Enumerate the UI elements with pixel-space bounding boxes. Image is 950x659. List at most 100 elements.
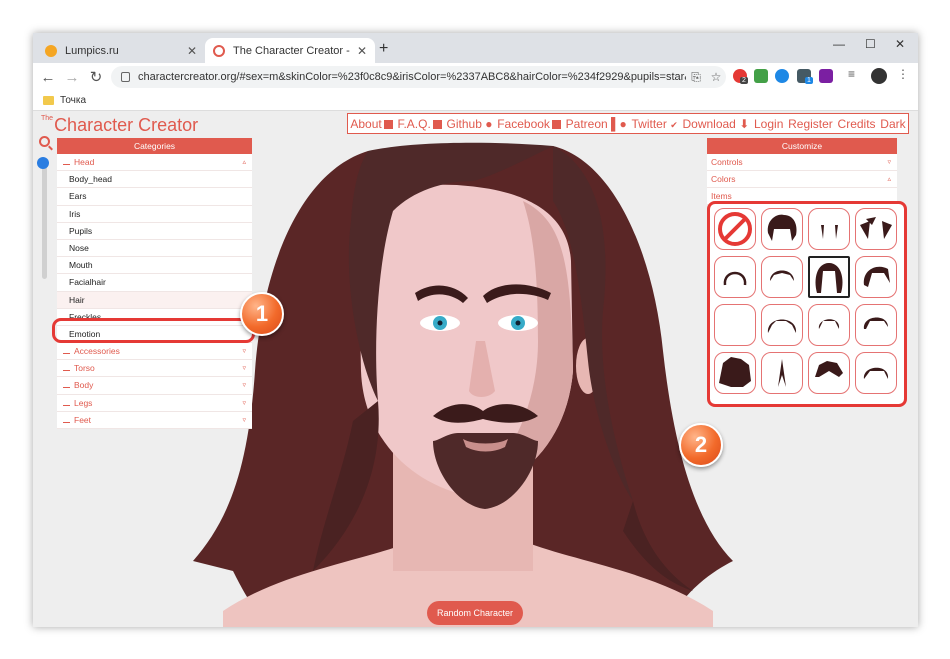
- nav-patreon[interactable]: Patreon ▌●: [566, 117, 627, 131]
- hair-style-icon: [719, 357, 751, 387]
- step-badge-1: 1: [240, 292, 284, 336]
- zoom-slider-handle[interactable]: [37, 157, 49, 169]
- category-item-hair[interactable]: Hair: [57, 291, 252, 309]
- nav-label: Facebook: [497, 116, 550, 131]
- back-icon[interactable]: ←: [36, 69, 60, 86]
- avatar[interactable]: [871, 68, 887, 84]
- long-hair-icon: [815, 263, 843, 293]
- hair-style-icon: [860, 217, 892, 239]
- row-label: Controls: [711, 157, 743, 167]
- zoom-slider-track[interactable]: [42, 159, 47, 279]
- category-group-legs[interactable]: Legs ▿: [57, 395, 252, 412]
- tab-close-icon[interactable]: ✕: [357, 44, 367, 58]
- category-item-nose[interactable]: Nose: [57, 240, 252, 258]
- hair-option-selected-long[interactable]: [808, 256, 850, 298]
- bookmark-tochka[interactable]: Точка: [60, 95, 86, 106]
- tab-lumpics[interactable]: Lumpics.ru ✕: [37, 38, 205, 63]
- playlist-icon[interactable]: ≡: [848, 67, 862, 81]
- expand-arrow-icon: ▿: [242, 416, 246, 424]
- nav-dark[interactable]: Dark: [880, 117, 905, 131]
- hair-option-8[interactable]: [855, 256, 897, 298]
- minimize-icon[interactable]: —: [833, 37, 845, 51]
- none-icon: [718, 212, 752, 246]
- nav-github[interactable]: Github ●: [447, 117, 493, 131]
- category-item-iris[interactable]: Iris: [57, 206, 252, 223]
- bookmark-star-icon[interactable]: ☆: [706, 70, 726, 84]
- category-item-pupils[interactable]: Pupils: [57, 223, 252, 240]
- hair-style-icon: [778, 359, 786, 387]
- category-item-body-head[interactable]: Body_head: [57, 171, 252, 189]
- hair-option-14[interactable]: [761, 352, 803, 394]
- menu-kebab-icon[interactable]: ⋮: [897, 67, 911, 81]
- close-window-icon[interactable]: ✕: [895, 37, 905, 51]
- nav-about[interactable]: About: [350, 117, 393, 131]
- accessories-icon: [63, 349, 70, 355]
- nav-facebook[interactable]: Facebook: [497, 117, 561, 131]
- hair-option-5[interactable]: [714, 256, 756, 298]
- nav-label: Download: [682, 116, 736, 131]
- expand-arrow-icon: ▿: [242, 399, 246, 407]
- customize-colors[interactable]: Colors ▵: [707, 171, 897, 188]
- hair-option-15[interactable]: [808, 352, 850, 394]
- nav-credits[interactable]: Credits: [838, 117, 876, 131]
- category-group-feet[interactable]: Feet ▿: [57, 412, 252, 429]
- browser-toolbar: ← → ↻ charactercreator.org/#sex=m&skinCo…: [33, 63, 918, 91]
- url-text: charactercreator.org/#sex=m&skinColor=%2…: [138, 71, 686, 83]
- hair-option-10[interactable]: [761, 304, 803, 346]
- category-item-ears[interactable]: Ears: [57, 188, 252, 206]
- tab-character-creator[interactable]: The Character Creator - Build visu ✕: [205, 38, 375, 63]
- category-item-facialhair[interactable]: Facialhair: [57, 274, 252, 292]
- random-character-button[interactable]: Random Character: [427, 601, 523, 625]
- categories-header: Categories: [57, 138, 252, 154]
- step-badge-2: 2: [679, 423, 723, 467]
- hair-option-2[interactable]: [761, 208, 803, 250]
- address-bar[interactable]: charactercreator.org/#sex=m&skinColor=%2…: [111, 66, 726, 88]
- category-group-body[interactable]: Body ▿: [57, 377, 252, 395]
- hair-option-9[interactable]: [714, 304, 756, 346]
- category-group-accessories[interactable]: Accessories ▿: [57, 343, 252, 361]
- nav-twitter[interactable]: Twitter ✔: [632, 117, 678, 131]
- hair-option-none[interactable]: [714, 208, 756, 250]
- folder-icon: [43, 96, 54, 105]
- hair-option-11[interactable]: [808, 304, 850, 346]
- extension-purple-icon[interactable]: [819, 69, 833, 83]
- nav-download[interactable]: Download ⬇: [682, 117, 749, 131]
- collapse-arrow-icon: ▵: [242, 159, 246, 166]
- search-icon[interactable]: [39, 136, 50, 147]
- category-item-mouth[interactable]: Mouth: [57, 257, 252, 275]
- twitter-icon: ✔: [670, 119, 678, 130]
- expand-arrow-icon: ▿: [242, 348, 246, 356]
- forward-icon[interactable]: →: [60, 69, 84, 86]
- row-label: Items: [711, 191, 732, 201]
- download-icon: ⬇: [739, 116, 750, 131]
- maximize-icon[interactable]: ☐: [865, 37, 876, 51]
- new-tab-icon[interactable]: +: [379, 40, 388, 58]
- tab-strip: Lumpics.ru ✕ The Character Creator - Bui…: [33, 33, 918, 63]
- nav-faq[interactable]: F.A.Q.: [397, 117, 442, 131]
- extension-globe-icon[interactable]: [775, 69, 789, 83]
- category-group-torso[interactable]: Torso ▿: [57, 360, 252, 378]
- character-creator-favicon-icon: [213, 44, 225, 57]
- github-icon: ●: [485, 116, 493, 131]
- hair-option-12[interactable]: [855, 304, 897, 346]
- nav-register[interactable]: Register: [788, 117, 833, 131]
- group-label: Torso: [74, 363, 95, 374]
- hair-option-6[interactable]: [761, 256, 803, 298]
- reload-icon[interactable]: ↻: [84, 68, 108, 86]
- customize-controls[interactable]: Controls ▿: [707, 154, 897, 171]
- site-logo[interactable]: TheCharacter Creator: [41, 115, 198, 136]
- hair-option-3[interactable]: [808, 208, 850, 250]
- translate-icon[interactable]: ⎘: [686, 70, 706, 85]
- hair-style-icon: [767, 319, 797, 333]
- tab-close-icon[interactable]: ✕: [187, 44, 197, 58]
- hair-option-16[interactable]: [855, 352, 897, 394]
- hair-option-13[interactable]: [714, 352, 756, 394]
- hair-item-highlight: [52, 318, 255, 343]
- extension-check-icon[interactable]: [754, 69, 768, 83]
- nav-login[interactable]: Login: [754, 117, 783, 131]
- hair-options-grid: [707, 201, 907, 407]
- hair-style-icon: [821, 225, 838, 239]
- category-group-head[interactable]: Head ▵: [57, 154, 252, 172]
- categories-panel: Categories Head ▵ Body_head Ears Iris Pup…: [57, 138, 252, 429]
- hair-option-4[interactable]: [855, 208, 897, 250]
